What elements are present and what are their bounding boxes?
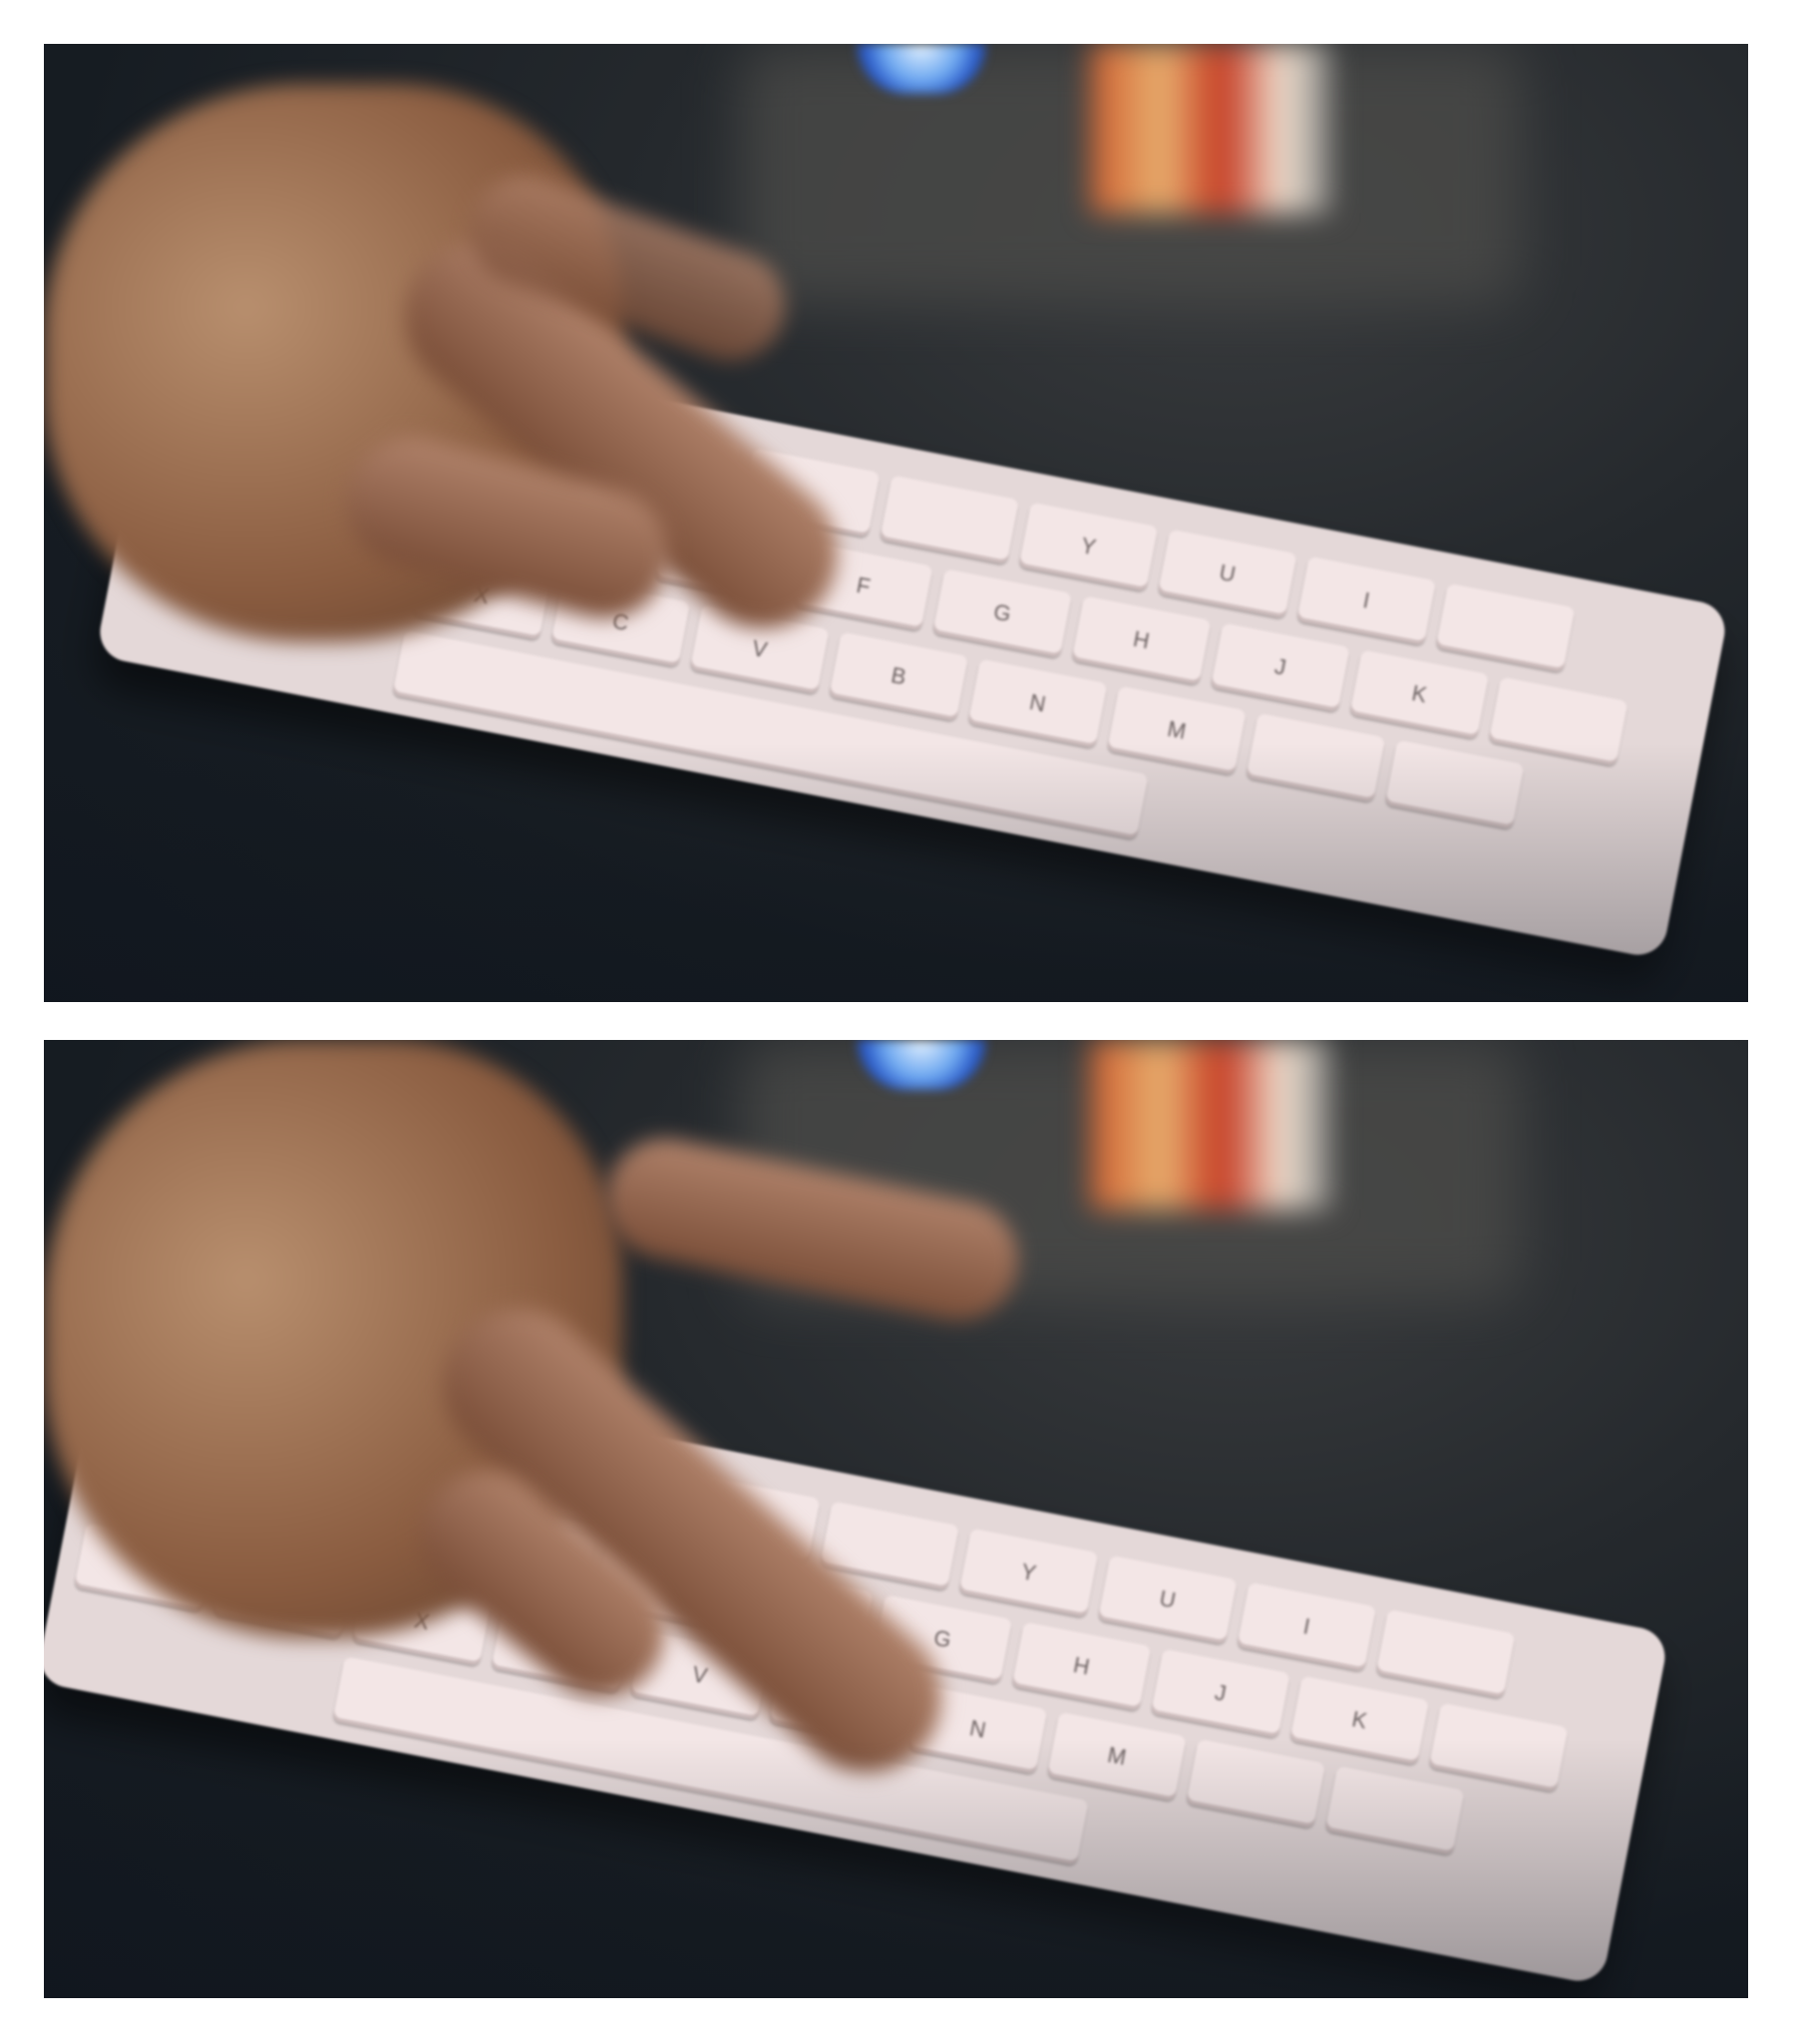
key-j[interactable]: J	[1210, 622, 1350, 713]
key-u[interactable]: U	[1157, 528, 1297, 619]
key-y[interactable]: Y	[1018, 502, 1159, 592]
key-u[interactable]: U	[1097, 1554, 1238, 1645]
photo-bottom: YUIFGHJKXCVBNM	[44, 1040, 1748, 1998]
key-y[interactable]: Y	[958, 1528, 1099, 1618]
key-i[interactable]: I	[1237, 1581, 1377, 1672]
key-i[interactable]: I	[1296, 555, 1437, 646]
key-b[interactable]: B	[828, 631, 969, 722]
depth-blur	[44, 1739, 1748, 1998]
key-h[interactable]: H	[1071, 595, 1212, 686]
key-n[interactable]: N	[967, 658, 1108, 749]
blurred-object	[1091, 44, 1330, 213]
photo-top: YUIFGHJKXCVBNM	[44, 44, 1748, 1002]
depth-blur	[44, 743, 1748, 1002]
key[interactable]	[879, 475, 1020, 565]
key[interactable]	[1375, 1608, 1516, 1699]
key-j[interactable]: J	[1150, 1648, 1290, 1739]
key-g[interactable]: G	[931, 568, 1073, 658]
blurred-object	[1091, 1040, 1330, 1209]
key[interactable]	[1435, 582, 1576, 673]
key-k[interactable]: K	[1349, 649, 1490, 740]
key-h[interactable]: H	[1011, 1621, 1152, 1712]
